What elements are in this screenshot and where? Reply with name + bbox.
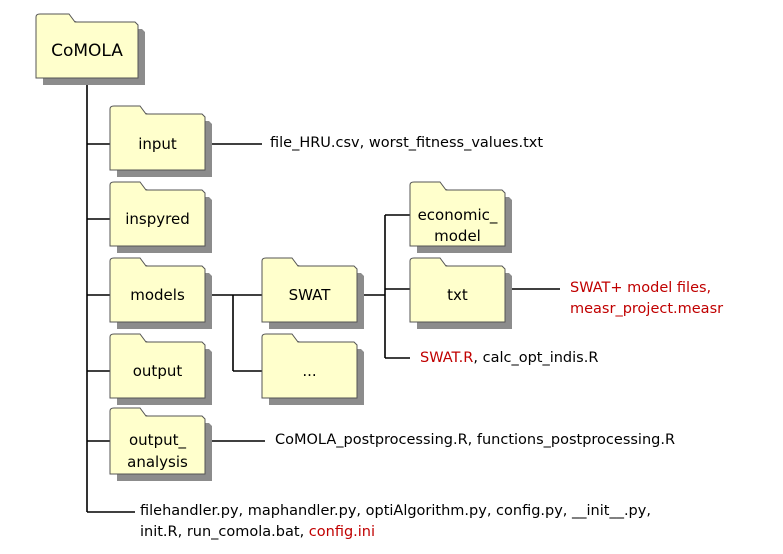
folder-label-comola: CoMOLA [51, 41, 123, 61]
folder-label-economic-model-1: economic_ [417, 206, 498, 224]
calc-opt-indis-file: , calc_opt_indis.R [473, 350, 599, 366]
swat-files-text: SWAT.R, calc_opt_indis.R [420, 348, 598, 369]
swat-r-file: SWAT.R [420, 350, 474, 366]
folder-label-output-analysis-2: analysis [127, 453, 188, 471]
folder-label-txt: txt [447, 286, 468, 304]
folder-label-output: output [132, 362, 183, 380]
input-files-text: file_HRU.csv, worst_fitness_values.txt [270, 135, 544, 151]
output-analysis-files-text: CoMOLA_postprocessing.R, functions_postp… [275, 432, 676, 448]
txt-files-line2: measr_project.measr [570, 301, 724, 317]
config-ini-file: config.ini [308, 524, 376, 540]
folder-label-output-analysis-1: output_ [129, 431, 186, 449]
comola-folder-structure-diagram: CoMOLA input inspyred models output outp… [0, 0, 783, 554]
root-files-line2: init.R, run_comola.bat, config.ini [140, 522, 375, 543]
folder-label-economic-model-2: model [434, 227, 481, 245]
folder-label-models: models [130, 286, 185, 304]
folder-label-input: input [138, 135, 177, 153]
root-files-plain: init.R, run_comola.bat, [140, 524, 309, 540]
folder-label-swat: SWAT [288, 286, 331, 304]
folder-label-ellipsis: ... [302, 362, 317, 380]
txt-files-line1: SWAT+ model files, [570, 280, 712, 296]
root-files-line1: filehandler.py, maphandler.py, optiAlgor… [140, 503, 651, 519]
folder-label-inspyred: inspyred [125, 210, 190, 228]
